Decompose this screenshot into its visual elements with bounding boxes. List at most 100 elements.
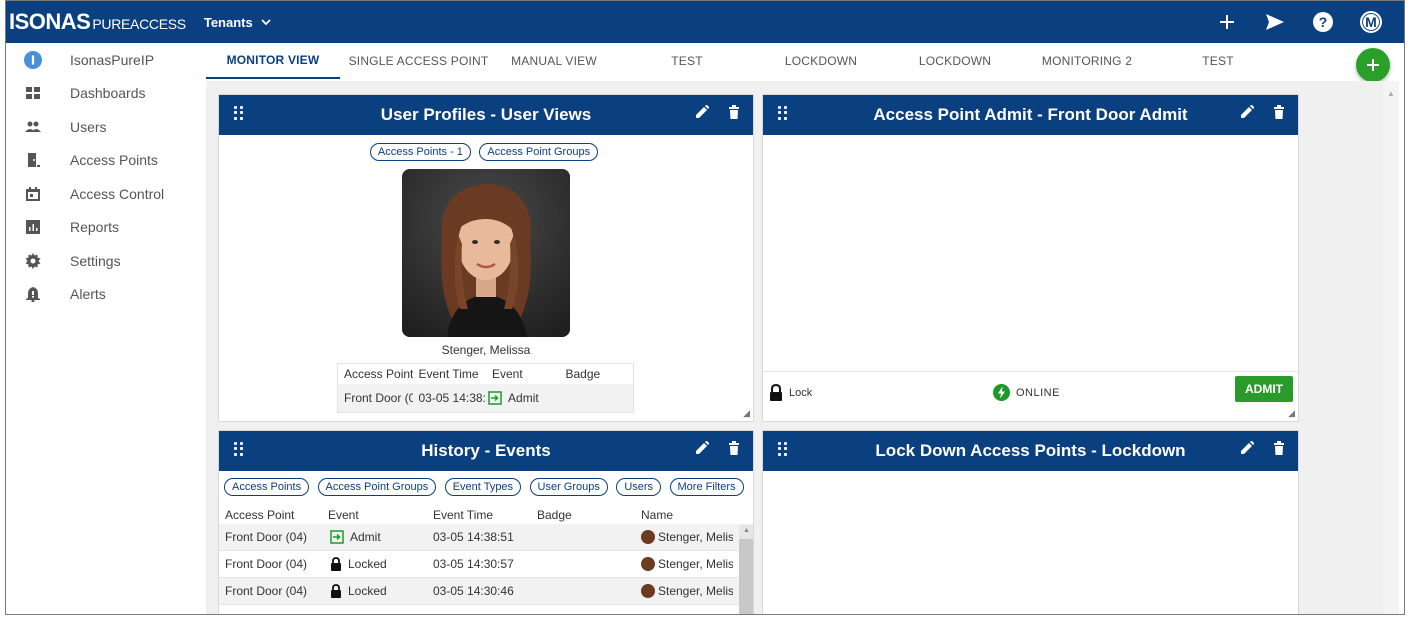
table-row[interactable]: Front Door (04) Locked 03-05 14:30:46 St…: [219, 578, 753, 605]
tab-monitoring-2[interactable]: MONITORING 2: [1031, 43, 1143, 79]
chip-access-point-groups[interactable]: Access Point Groups: [317, 478, 437, 496]
status-label: ONLINE: [1016, 386, 1060, 399]
admit-button[interactable]: ADMIT: [1235, 376, 1293, 402]
sidebar-item-reports[interactable]: Reports: [6, 211, 206, 245]
cell-event-time: 03-05 14:38:51: [433, 530, 514, 544]
scroll-up-icon[interactable]: ▲: [1387, 89, 1395, 98]
tab-monitor-view[interactable]: MONITOR VIEW: [206, 43, 340, 79]
chevron-down-icon: [261, 19, 271, 26]
add-icon[interactable]: [1216, 11, 1238, 33]
app-window: ISONAS PUREACCESS Tenants ? M IsonasPure…: [5, 0, 1405, 615]
logo: ISONAS PUREACCESS: [9, 9, 186, 35]
card-title: User Profiles - User Views: [380, 105, 592, 124]
card-header: Access Point Admit - Front Door Admit: [763, 95, 1298, 135]
delete-icon[interactable]: [727, 105, 741, 119]
avatar: [641, 557, 655, 571]
admit-icon: [330, 530, 344, 544]
tab-test[interactable]: TEST: [611, 43, 763, 79]
table-header: Access Point Event Time Event Badge: [338, 364, 633, 384]
chip-access-points[interactable]: Access Points: [224, 478, 310, 496]
drag-handle-icon[interactable]: [778, 106, 788, 120]
drag-handle-icon[interactable]: [234, 442, 244, 456]
access-point-footer: Lock ONLINE ADMIT: [763, 371, 1298, 421]
sidebar-item-isonaspureip[interactable]: IsonasPureIP: [6, 43, 206, 77]
cell-name: Stenger, Melissa: [658, 530, 733, 544]
chip-access-points[interactable]: Access Points - 1: [369, 143, 471, 161]
chart-icon: [6, 219, 60, 235]
sidebar-item-alerts[interactable]: Alerts: [6, 278, 206, 312]
edit-icon[interactable]: [1240, 105, 1254, 119]
cell-access-point: Front Door (04): [225, 584, 308, 598]
chip-user-groups[interactable]: User Groups: [529, 478, 608, 496]
chip-users[interactable]: Users: [616, 478, 662, 496]
chip-event-types[interactable]: Event Types: [444, 478, 522, 496]
tenants-dropdown[interactable]: Tenants: [204, 15, 271, 30]
cell-access-point: Front Door (04): [225, 530, 308, 544]
resize-handle-icon[interactable]: ◢: [743, 408, 750, 419]
delete-icon[interactable]: [727, 441, 741, 455]
cell-event: Admit: [508, 391, 539, 405]
scrollbar-thumb[interactable]: [739, 539, 753, 614]
history-events-card: History - Events Access Points Access Po…: [218, 430, 754, 614]
tab-single-access-point[interactable]: SINGLE ACCESS POINT: [340, 43, 497, 79]
resize-handle-icon[interactable]: ◢: [1288, 408, 1295, 419]
door-icon: [6, 152, 60, 168]
sidebar-item-access-control[interactable]: Access Control: [6, 177, 206, 211]
chip-access-point-groups[interactable]: Access Point Groups: [479, 143, 599, 161]
cell-event: Locked: [348, 584, 387, 598]
tab-test-2[interactable]: TEST: [1143, 43, 1293, 79]
chip-more-filters[interactable]: More Filters: [669, 478, 744, 496]
sidebar-item-users[interactable]: Users: [6, 110, 206, 144]
user-events-table: Access Point Event Time Event Badge Fron…: [337, 363, 634, 413]
delete-icon[interactable]: [1272, 441, 1286, 455]
lock-icon: [770, 384, 782, 401]
tab-manual-view[interactable]: MANUAL VIEW: [497, 43, 611, 79]
sidebar-item-access-points[interactable]: Access Points: [6, 144, 206, 178]
sidebar-item-label: IsonasPureIP: [70, 51, 155, 68]
edit-icon[interactable]: [695, 105, 709, 119]
help-icon[interactable]: ?: [1312, 11, 1334, 33]
admit-icon: [488, 391, 502, 405]
add-widget-button[interactable]: [1356, 48, 1390, 82]
column-header: Access Point: [225, 507, 295, 522]
cell-event-time: 03-05 14:30:57: [433, 557, 514, 571]
delete-icon[interactable]: [1272, 105, 1286, 119]
edit-icon[interactable]: [1240, 441, 1254, 455]
drag-handle-icon[interactable]: [778, 442, 788, 456]
history-table: Access Point Event Event Time Badge Name…: [219, 505, 753, 605]
lock-icon: [331, 557, 341, 571]
sidebar-item-dashboards[interactable]: Dashboards: [6, 77, 206, 111]
logo-sub: PUREACCESS: [92, 16, 186, 32]
cell-access-point: Front Door (04): [225, 557, 308, 571]
table-row[interactable]: Front Door (04) Admit 03-05 14:38:51 Ste…: [219, 524, 753, 551]
tab-lockdown[interactable]: LOCKDOWN: [763, 43, 879, 79]
card-header: Lock Down Access Points - Lockdown: [763, 431, 1298, 471]
dashboard-icon: [6, 85, 60, 101]
cell-name: Stenger, Melissa: [658, 584, 733, 598]
drag-handle-icon[interactable]: [234, 106, 244, 120]
card-title: Lock Down Access Points - Lockdown: [875, 441, 1186, 460]
table-scrollbar[interactable]: ▲: [739, 525, 753, 614]
sidebar-item-settings[interactable]: Settings: [6, 244, 206, 278]
sidebar-item-label: Access Points: [70, 152, 158, 169]
calendar-icon: [6, 186, 60, 202]
cell-name: Stenger, Melissa: [658, 557, 733, 571]
logo-main: ISONAS: [9, 9, 91, 34]
bell-icon: [6, 286, 60, 303]
gear-icon: [6, 252, 60, 269]
scroll-up-icon[interactable]: ▲: [743, 527, 750, 534]
column-header: Event Time: [418, 367, 479, 381]
table-row[interactable]: Front Door (04) Locked 03-05 14:30:57 St…: [219, 551, 753, 578]
tab-lockdown-2[interactable]: LOCKDOWN: [879, 43, 1031, 79]
lockdown-card: Lock Down Access Points - Lockdown: [762, 430, 1299, 614]
edit-icon[interactable]: [695, 441, 709, 455]
sidebar-item-label: Users: [70, 118, 107, 135]
page-scrollbar[interactable]: [1383, 81, 1399, 614]
table-row[interactable]: Front Door (04) 03-05 14:38:51 Admit: [338, 384, 633, 412]
column-header: Name: [641, 507, 674, 522]
user-avatar-button[interactable]: M: [1360, 11, 1382, 33]
tenants-label: Tenants: [203, 14, 253, 30]
sidebar-item-label: Alerts: [70, 286, 106, 303]
send-icon[interactable]: [1264, 11, 1286, 33]
user-photo: [402, 169, 570, 337]
